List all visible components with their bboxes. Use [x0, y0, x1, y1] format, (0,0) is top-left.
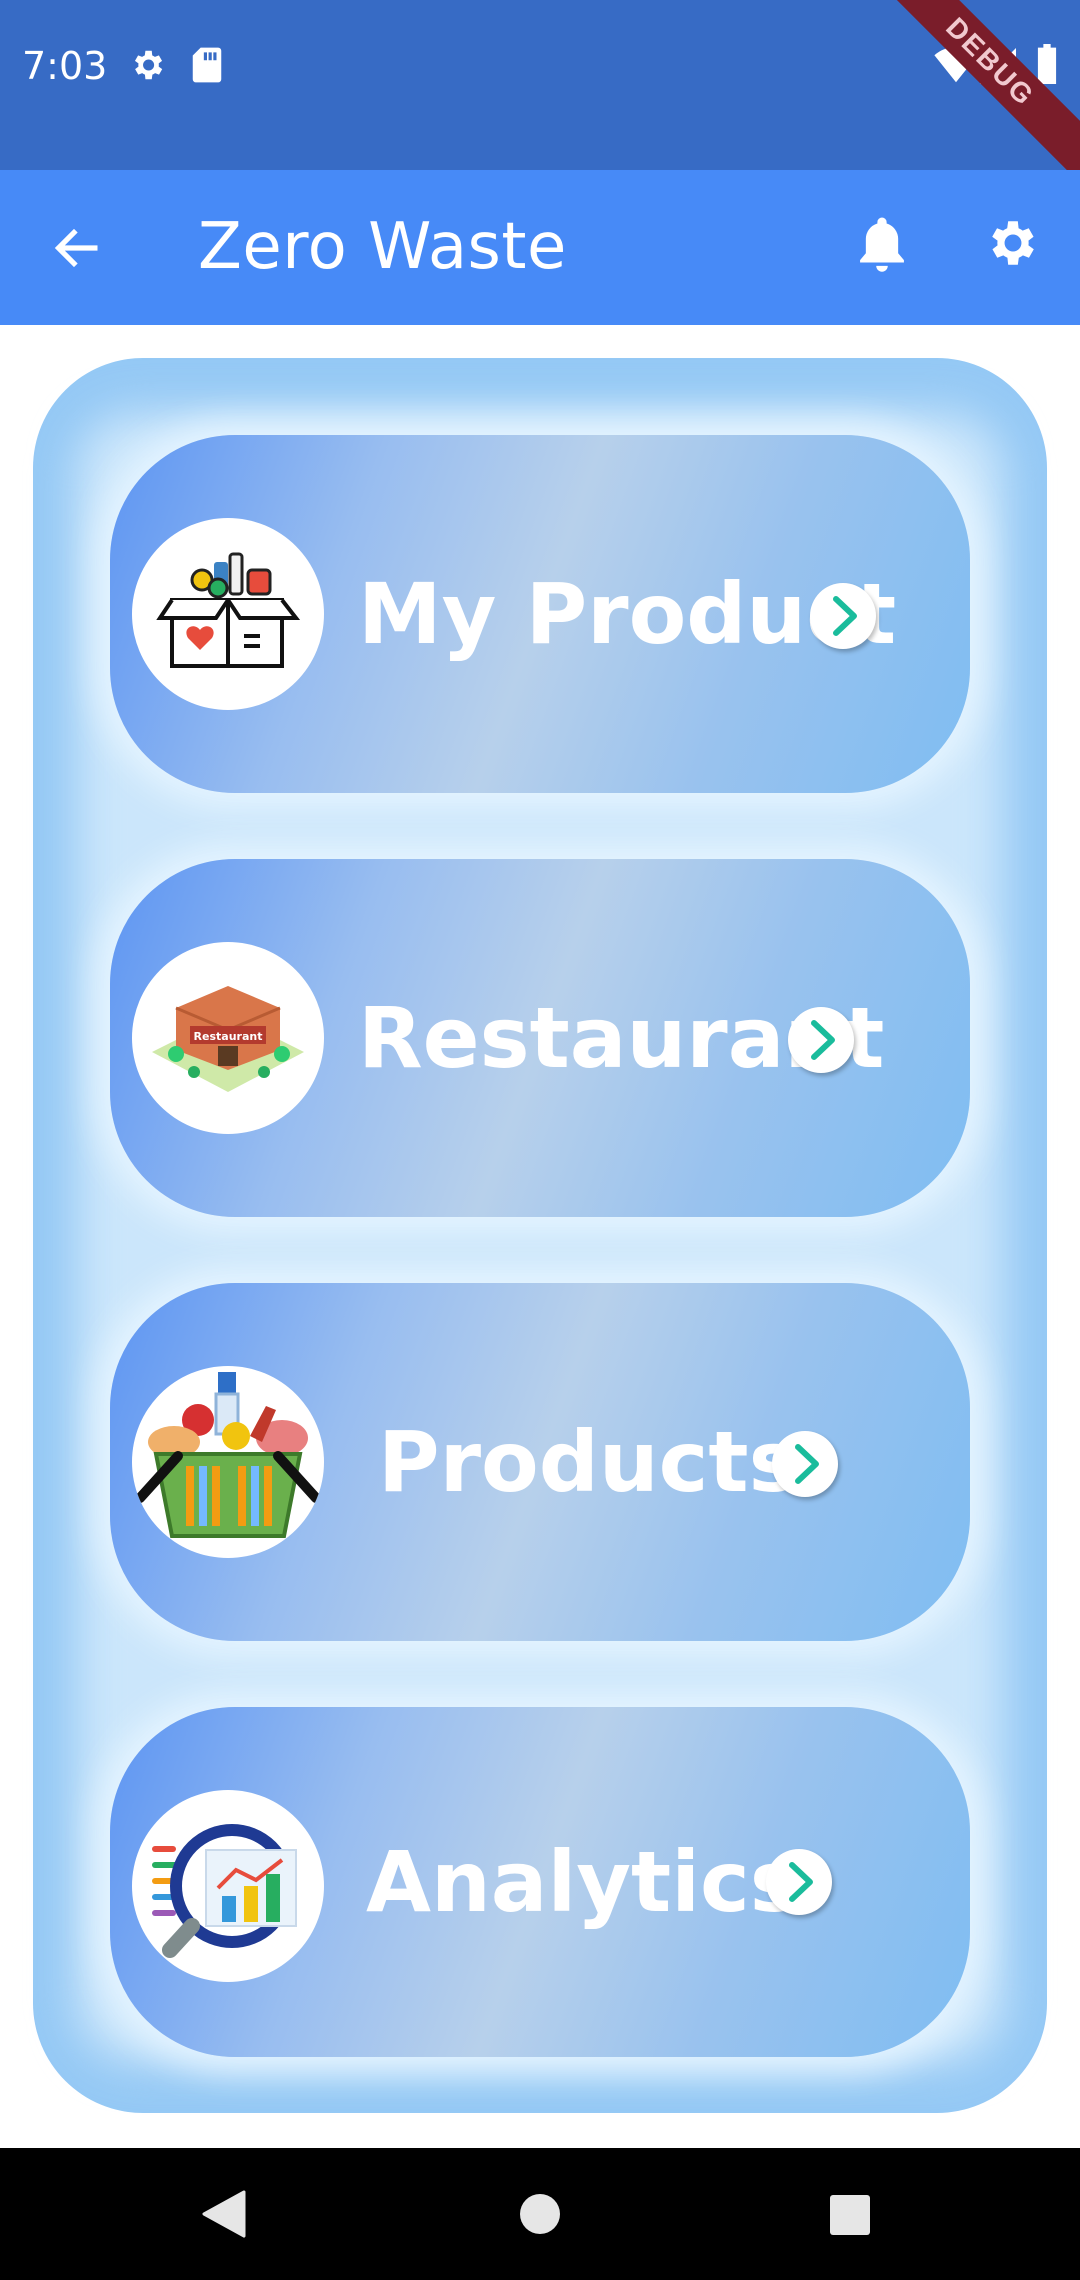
sd-card-icon: [190, 46, 224, 89]
chevron-right-icon[interactable]: [772, 1431, 838, 1497]
menu-label-products: Products: [378, 1413, 799, 1511]
status-time: 7:03: [22, 44, 108, 88]
menu-card-restaurant[interactable]: Restaurant Restaurant: [110, 859, 970, 1217]
app-bar: Zero Waste: [0, 170, 1080, 325]
menu-card-analytics[interactable]: Analytics: [110, 1707, 970, 2057]
product-box-icon: [132, 518, 324, 710]
nav-back-icon[interactable]: [202, 2190, 246, 2243]
system-nav-bar: [0, 2148, 1080, 2280]
grocery-basket-icon: [132, 1366, 324, 1558]
nav-recents-icon[interactable]: [829, 2194, 871, 2241]
settings-status-icon: [128, 46, 166, 89]
chevron-right-icon[interactable]: [788, 1007, 854, 1073]
notification-bell-icon[interactable]: [854, 214, 910, 279]
back-arrow-icon[interactable]: [52, 222, 104, 279]
app-title: Zero Waste: [198, 210, 567, 284]
settings-gear-icon[interactable]: [984, 214, 1042, 277]
status-bar: 7:03 DEBUG: [0, 0, 1080, 191]
svg-text:Restaurant: Restaurant: [194, 1030, 263, 1043]
restaurant-building-icon: Restaurant: [132, 942, 324, 1134]
menu-card-products[interactable]: Products: [110, 1283, 970, 1641]
menu-card-my-product[interactable]: My Product: [110, 435, 970, 793]
nav-home-icon[interactable]: [518, 2192, 562, 2241]
debug-banner: DEBUG: [861, 0, 1080, 191]
chevron-right-icon[interactable]: [766, 1849, 832, 1915]
analytics-chart-icon: [132, 1790, 324, 1982]
menu-label-analytics: Analytics: [366, 1833, 800, 1931]
chevron-right-icon[interactable]: [810, 583, 876, 649]
